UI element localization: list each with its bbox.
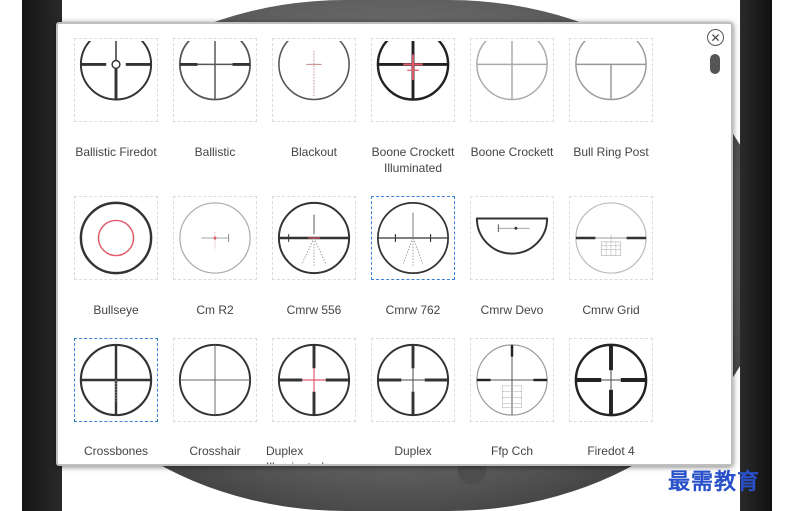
reticle-label: Boone Crockett Illuminated xyxy=(358,144,468,176)
reticle-label: Cmrw 556 xyxy=(286,303,342,317)
cm-r2-reticle-icon xyxy=(179,202,251,274)
watermark-logo: 最需教育 xyxy=(668,469,761,495)
cmrw-grid-reticle-icon xyxy=(575,202,647,274)
reticle-label: Duplex xyxy=(394,444,432,458)
reticle-label: Cmrw Devo xyxy=(480,303,544,317)
reticle-label: Ffp Cch xyxy=(490,444,533,458)
reticle-tile-cmrw-grid[interactable] xyxy=(569,196,653,280)
reticle-tile-crosshair[interactable] xyxy=(173,338,257,422)
bull-ring-post-reticle-icon xyxy=(575,41,647,101)
crosshair-reticle-icon xyxy=(178,343,252,417)
crossbones-reticle-icon xyxy=(79,343,153,417)
cmrw-556-reticle-icon xyxy=(277,201,351,275)
reticle-label-line1: Boone Crockett xyxy=(371,145,455,159)
reticle-picker-dialog: Ballistic Firedot Ballistic Blackout Boo… xyxy=(56,22,733,466)
duplex-reticle-icon xyxy=(376,343,450,417)
reticle-label: Bullseye xyxy=(93,303,139,317)
reticle-label-line2: Illuminated xyxy=(266,459,376,464)
blackout-reticle-icon xyxy=(278,41,350,101)
reticle-tile-ffp-cch[interactable] xyxy=(470,338,554,422)
scrollbar-thumb[interactable] xyxy=(710,54,720,74)
reticle-label: Crossbones xyxy=(83,444,149,458)
boone-crockett-illuminated-reticle-icon xyxy=(376,41,450,101)
reticle-tile-duplex-illuminated[interactable] xyxy=(272,338,356,422)
reticle-tile-cmrw-devo[interactable] xyxy=(470,196,554,280)
reticle-label: Bull Ring Post xyxy=(573,145,649,159)
duplex-illuminated-reticle-icon xyxy=(277,343,351,417)
bullseye-reticle-icon xyxy=(79,201,153,275)
firedot-4-reticle-icon xyxy=(574,343,648,417)
reticle-tile-cmrw-762[interactable] xyxy=(371,196,455,280)
ffp-cch-reticle-icon xyxy=(476,344,548,416)
reticle-label-line2: Illuminated xyxy=(383,161,443,175)
reticle-tile-firedot-4[interactable] xyxy=(569,338,653,422)
reticle-label: Blackout xyxy=(290,145,338,159)
reticle-label: Cm R2 xyxy=(196,303,234,317)
reticle-tile-blackout[interactable] xyxy=(272,38,356,122)
reticle-grid: Ballistic Firedot Ballistic Blackout Boo… xyxy=(58,24,698,464)
reticle-tile-boone-crockett[interactable] xyxy=(470,38,554,122)
reticle-tile-bull-ring-post[interactable] xyxy=(569,38,653,122)
reticle-label: Ballistic xyxy=(194,145,236,159)
reticle-tile-ballistic-firedot[interactable] xyxy=(74,38,158,122)
reticle-tile-duplex[interactable] xyxy=(371,338,455,422)
reticle-tile-boone-crockett-illuminated[interactable] xyxy=(371,38,455,122)
reticle-label: Cmrw Grid xyxy=(582,303,640,317)
reticle-label: Cmrw 762 xyxy=(385,303,441,317)
boone-crockett-reticle-icon xyxy=(476,41,548,101)
reticle-tile-cmrw-556[interactable] xyxy=(272,196,356,280)
reticle-label: Crosshair xyxy=(189,444,241,458)
reticle-label: Ballistic Firedot xyxy=(75,145,157,159)
cmrw-devo-reticle-icon xyxy=(475,217,549,255)
reticle-tile-crossbones[interactable] xyxy=(74,338,158,422)
background-edge-right xyxy=(740,0,772,511)
close-button[interactable]: ✕ xyxy=(707,29,724,46)
reticle-tile-cm-r2[interactable] xyxy=(173,196,257,280)
ballistic-firedot-reticle-icon xyxy=(79,41,153,101)
reticle-tile-bullseye[interactable] xyxy=(74,196,158,280)
reticle-label: Boone Crockett xyxy=(470,145,554,159)
reticle-label: Firedot 4 xyxy=(587,444,635,458)
cmrw-762-reticle-icon xyxy=(377,202,449,274)
ballistic-reticle-icon xyxy=(179,41,251,101)
close-icon: ✕ xyxy=(710,30,721,45)
reticle-tile-ballistic[interactable] xyxy=(173,38,257,122)
